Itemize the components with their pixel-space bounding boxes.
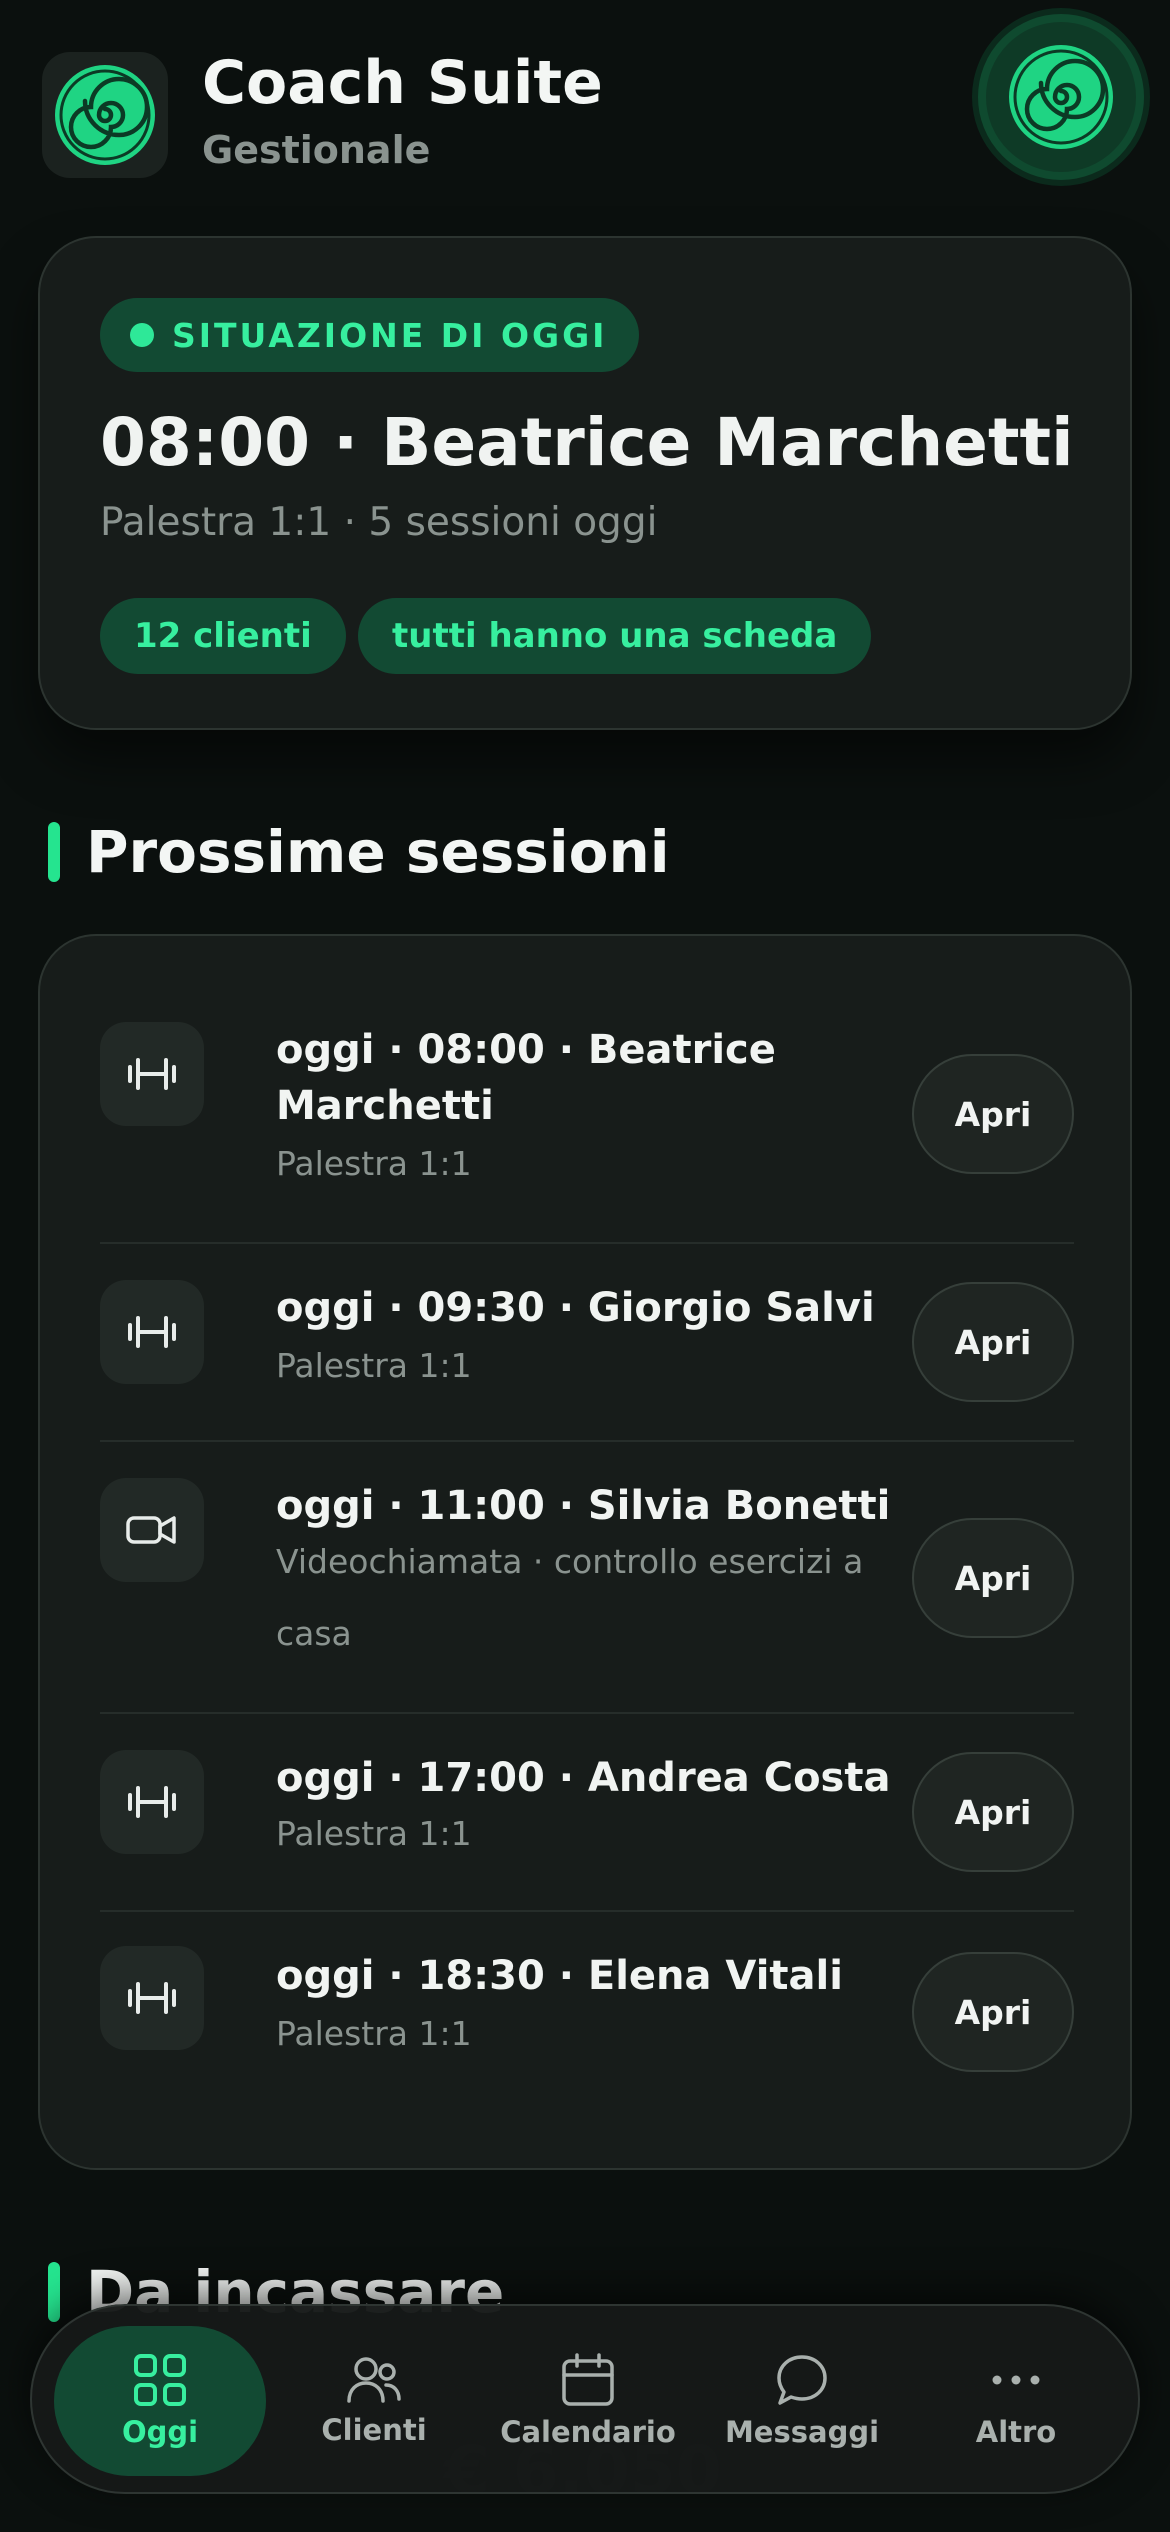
open-session-button[interactable]: Apri <box>912 1282 1074 1402</box>
spiral-avatar-icon[interactable] <box>978 14 1144 180</box>
nav-label: Messaggi <box>724 2415 880 2449</box>
dumbbell-icon <box>100 1280 204 1384</box>
nav-label: Oggi <box>121 2415 199 2449</box>
session-title: oggi · 18:30 · Elena Vitali <box>276 1953 843 1999</box>
nav-item-altro[interactable]: Altro <box>910 2326 1122 2476</box>
session-detail: Videochiamata · controllo esercizi a cas… <box>276 1542 864 1653</box>
grid-icon <box>134 2354 186 2406</box>
chat-bubble-icon <box>777 2355 827 2405</box>
clients-count-chip: 12 clienti <box>100 598 346 674</box>
spiral-logo-icon <box>42 52 168 178</box>
today-next-session-title: 08:00 · Beatrice Marchetti <box>100 404 1074 481</box>
section-accent-bar <box>48 822 60 882</box>
session-detail: Palestra 1:1 <box>276 1814 472 1853</box>
sessions-section-title: Prossime sessioni <box>86 818 670 886</box>
session-row[interactable]: oggi · 08:00 · Beatrice Marchetti Palest… <box>100 982 1074 1244</box>
status-dot-icon <box>130 323 154 347</box>
nav-item-clienti[interactable]: Clienti <box>268 2326 480 2476</box>
nav-label: Calendario <box>500 2415 676 2449</box>
session-detail: Palestra 1:1 <box>276 1144 472 1183</box>
app-title: Coach Suite <box>202 48 603 118</box>
sessions-list-card: oggi · 08:00 · Beatrice Marchetti Palest… <box>38 934 1132 2170</box>
dumbbell-icon <box>100 1946 204 2050</box>
nav-label: Altro <box>975 2415 1057 2449</box>
section-accent-bar <box>48 2262 60 2322</box>
session-row[interactable]: oggi · 09:30 · Giorgio Salvi Palestra 1:… <box>100 1244 1074 1442</box>
session-row[interactable]: oggi · 18:30 · Elena Vitali Palestra 1:1… <box>100 1912 1074 2112</box>
nav-item-messaggi[interactable]: Messaggi <box>696 2326 908 2476</box>
nav-label: Clienti <box>321 2413 427 2447</box>
today-next-session-subtitle: Palestra 1:1 · 5 sessioni oggi <box>100 500 658 545</box>
calendar-icon <box>562 2353 614 2406</box>
app-header: Coach Suite Gestionale <box>0 0 1170 200</box>
today-badge-label: SITUAZIONE DI OGGI <box>172 315 608 355</box>
nav-item-oggi[interactable]: Oggi <box>54 2326 266 2476</box>
open-session-button[interactable]: Apri <box>912 1752 1074 1872</box>
program-status-chip: tutti hanno una scheda <box>358 598 872 674</box>
dumbbell-icon <box>100 1750 204 1854</box>
today-summary-card: SITUAZIONE DI OGGI 08:00 · Beatrice Marc… <box>38 236 1132 730</box>
open-session-button[interactable]: Apri <box>912 1054 1074 1174</box>
more-dots-icon <box>992 2375 1040 2385</box>
today-status-badge: SITUAZIONE DI OGGI <box>100 298 640 372</box>
nav-item-calendario[interactable]: Calendario <box>482 2326 694 2476</box>
video-camera-icon <box>100 1478 204 1582</box>
users-icon <box>347 2357 401 2403</box>
app-subtitle: Gestionale <box>202 128 431 172</box>
open-session-button[interactable]: Apri <box>912 1952 1074 2072</box>
sessions-section-heading: Prossime sessioni <box>48 818 670 886</box>
session-detail: Palestra 1:1 <box>276 2014 472 2053</box>
dumbbell-icon <box>100 1022 204 1126</box>
session-row[interactable]: oggi · 17:00 · Andrea Costa Palestra 1:1… <box>100 1714 1074 1912</box>
open-session-button[interactable]: Apri <box>912 1518 1074 1638</box>
session-detail: Palestra 1:1 <box>276 1346 472 1385</box>
bottom-navigation: Oggi Clienti Calendario Messaggi Altro <box>30 2304 1140 2494</box>
session-title: oggi · 09:30 · Giorgio Salvi <box>276 1285 875 1331</box>
session-row[interactable]: oggi · 11:00 · Silvia Bonetti Videochiam… <box>100 1442 1074 1714</box>
session-title: oggi · 08:00 · Beatrice Marchetti <box>276 1027 776 1129</box>
